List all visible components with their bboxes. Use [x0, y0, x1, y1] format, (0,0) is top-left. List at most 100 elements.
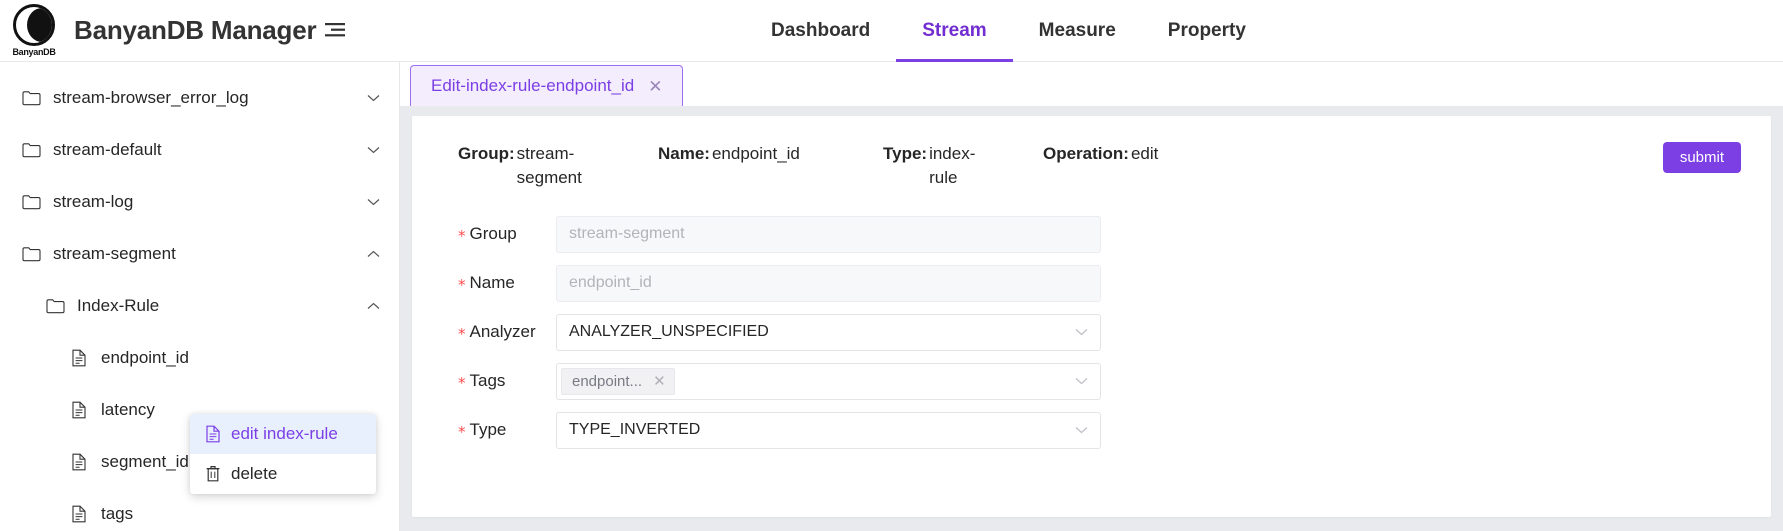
group-field: stream-segment [556, 215, 1101, 253]
nav-item-measure[interactable]: Measure [1013, 0, 1142, 62]
form-row-type: * Type TYPE_INVERTED [442, 411, 1741, 449]
meta-operation-value: edit [1130, 144, 1159, 163]
chevron-up-icon[interactable] [365, 246, 381, 262]
sidebar-item-label: stream-segment [53, 244, 176, 263]
meta-name: Name: endpoint_id [658, 142, 883, 166]
sidebar-item-endpoint_id[interactable]: endpoint_id [0, 332, 399, 384]
tab-bar: Edit-index-rule-endpoint_id ✕ [400, 62, 1783, 106]
trash-icon [203, 465, 222, 484]
label-name: * Name [442, 273, 556, 295]
context-menu-item-delete[interactable]: delete [190, 454, 376, 494]
sidebar-item-label: endpoint_id [101, 348, 189, 367]
required-mark: * [458, 325, 466, 344]
required-mark: * [458, 374, 466, 393]
file-icon [66, 505, 92, 523]
sidebar-item-label: stream-log [53, 192, 134, 211]
context-menu-item-edit-index-rule[interactable]: edit index-rule [190, 414, 376, 454]
sidebar-item-label: stream-default [53, 140, 162, 159]
label-analyzer-text: Analyzer [469, 322, 536, 342]
chevron-down-icon[interactable] [365, 142, 381, 158]
folder-icon [18, 194, 44, 210]
required-mark: * [458, 227, 466, 246]
form-header: Group: stream-segment Name: endpoint_id … [442, 142, 1741, 190]
form-row-tags: * Tags endpoint... ✕ [442, 362, 1741, 400]
type-select-value: TYPE_INVERTED [569, 421, 701, 439]
folder-icon [42, 298, 68, 314]
folder-icon [18, 142, 44, 158]
main-content: Edit-index-rule-endpoint_id ✕ Group: str… [400, 62, 1783, 531]
sidebar-item-label: segment_id [101, 452, 189, 471]
sidebar-item-index-rule[interactable]: Index-Rule [0, 280, 399, 332]
tab-edit-index-rule-endpoint_id[interactable]: Edit-index-rule-endpoint_id ✕ [410, 65, 684, 106]
chevron-down-icon[interactable] [365, 194, 381, 210]
tab-label: Edit-index-rule-endpoint_id [431, 76, 635, 95]
group-field-value: stream-segment [569, 225, 685, 243]
sidebar-item-label: latency [101, 400, 155, 419]
edit-form: * Group stream-segment * Name endpoint_id [442, 215, 1741, 449]
context-menu-item-label: edit index-rule [231, 424, 338, 443]
context-menu: edit index-rule delete [190, 414, 376, 494]
label-type: * Type [442, 420, 556, 442]
meta-type-key: Type: [883, 144, 928, 163]
form-row-name: * Name endpoint_id [442, 264, 1741, 302]
edit-form-card: Group: stream-segment Name: endpoint_id … [412, 116, 1771, 517]
name-field-value: endpoint_id [569, 274, 652, 292]
nav-item-stream[interactable]: Stream [896, 0, 1014, 62]
folder-icon [18, 90, 44, 106]
analyzer-select-value: ANALYZER_UNSPECIFIED [569, 323, 769, 341]
file-icon [66, 401, 92, 419]
chevron-down-icon[interactable] [1075, 426, 1088, 434]
close-icon[interactable]: ✕ [648, 78, 662, 95]
meta-group: Group: stream-segment [458, 142, 658, 190]
banyandb-logo-icon [13, 4, 55, 46]
logo: BanyanDB [8, 4, 60, 57]
meta-name-key: Name: [658, 144, 710, 163]
main-nav: Dashboard Stream Measure Property [745, 0, 1272, 62]
meta-operation: Operation: edit [1043, 142, 1243, 166]
sidebar-item-stream-default[interactable]: stream-default [0, 124, 399, 176]
sidebar-item-tags[interactable]: tags [0, 488, 399, 531]
label-tags-text: Tags [469, 371, 506, 391]
nav-item-property[interactable]: Property [1142, 0, 1272, 62]
chevron-up-icon[interactable] [365, 298, 381, 314]
meta-group-key: Group: [458, 144, 515, 163]
sidebar-item-label: Index-Rule [77, 296, 160, 315]
meta-group-value: stream-segment [516, 144, 582, 187]
form-row-group: * Group stream-segment [442, 215, 1741, 253]
meta-type: Type: index-rule [883, 142, 1043, 190]
label-analyzer: * Analyzer [442, 322, 556, 344]
sidebar-item-stream-log[interactable]: stream-log [0, 176, 399, 228]
submit-button[interactable]: submit [1662, 142, 1741, 173]
meta-type-value: index-rule [929, 144, 976, 187]
logo-label: BanyanDB [12, 47, 56, 57]
tags-select[interactable]: endpoint... ✕ [556, 362, 1101, 400]
meta-operation-key: Operation: [1043, 144, 1129, 163]
sidebar-item-stream-browser_error_log[interactable]: stream-browser_error_log [0, 72, 399, 124]
required-mark: * [458, 423, 466, 442]
chevron-down-icon[interactable] [1075, 328, 1088, 336]
sidebar-item-label: stream-browser_error_log [53, 88, 249, 107]
label-tags: * Tags [442, 371, 556, 393]
nav-item-dashboard[interactable]: Dashboard [745, 0, 896, 62]
label-type-text: Type [469, 420, 507, 440]
context-menu-item-label: delete [231, 464, 278, 483]
meta-name-value: endpoint_id [711, 144, 800, 163]
tag-chip-label: endpoint... [572, 372, 643, 390]
close-icon[interactable]: ✕ [653, 374, 666, 389]
menu-collapse-icon[interactable] [325, 22, 346, 42]
body: stream-browser_error_log stream-default … [0, 62, 1783, 531]
analyzer-select[interactable]: ANALYZER_UNSPECIFIED [556, 313, 1101, 351]
chevron-down-icon[interactable] [1075, 377, 1088, 385]
form-row-analyzer: * Analyzer ANALYZER_UNSPECIFIED [442, 313, 1741, 351]
type-select[interactable]: TYPE_INVERTED [556, 411, 1101, 449]
label-group-text: Group [469, 224, 517, 244]
tag-chip[interactable]: endpoint... ✕ [561, 367, 675, 395]
required-mark: * [458, 276, 466, 295]
sidebar-item-stream-segment[interactable]: stream-segment [0, 228, 399, 280]
chevron-down-icon[interactable] [365, 90, 381, 106]
sidebar-tree: stream-browser_error_log stream-default … [0, 62, 400, 531]
label-group: * Group [442, 224, 556, 246]
sidebar-item-label: tags [101, 504, 134, 523]
label-name-text: Name [469, 273, 515, 293]
app-header: BanyanDB BanyanDB Manager Dashboard Stre… [0, 0, 1783, 62]
